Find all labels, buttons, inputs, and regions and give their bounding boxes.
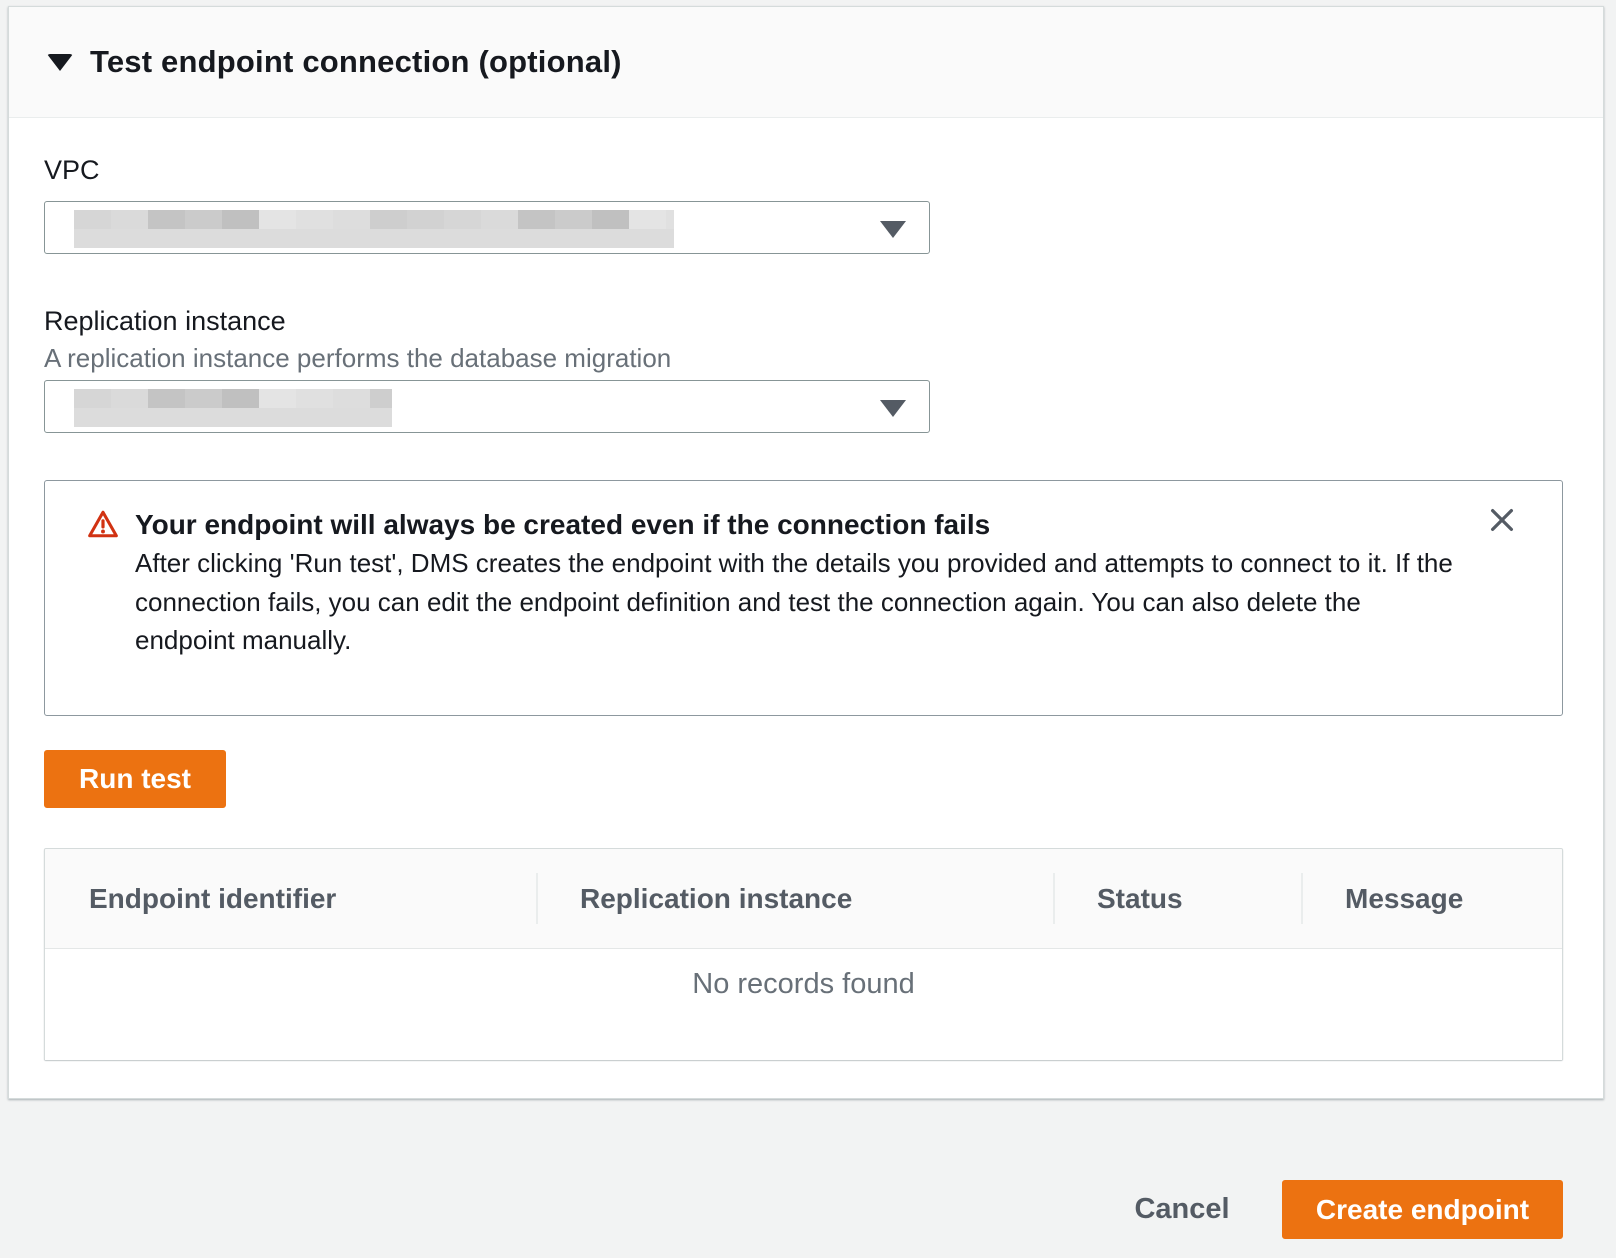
run-test-button[interactable]: Run test (44, 750, 226, 808)
empty-state-message: No records found (45, 949, 1562, 1060)
column-header-endpoint-identifier: Endpoint identifier (45, 849, 536, 948)
alert-title: Your endpoint will always be created eve… (135, 506, 1435, 544)
create-endpoint-button[interactable]: Create endpoint (1282, 1180, 1563, 1239)
column-header-message: Message (1301, 849, 1562, 948)
collapse-caret-icon (47, 54, 73, 71)
replication-instance-description: A replication instance performs the data… (44, 343, 671, 374)
dropdown-caret-icon (880, 221, 906, 238)
close-icon (1487, 505, 1517, 538)
replication-instance-select[interactable] (44, 380, 930, 433)
vpc-label: VPC (44, 155, 100, 186)
warning-alert: Your endpoint will always be created eve… (44, 480, 1563, 716)
warning-icon (87, 509, 119, 544)
cancel-button[interactable]: Cancel (1127, 1186, 1237, 1232)
test-endpoint-connection-panel: Test endpoint connection (optional) VPC … (8, 6, 1604, 1099)
replication-instance-label: Replication instance (44, 306, 286, 337)
vpc-redacted-value (74, 210, 674, 248)
alert-close-button[interactable] (1482, 501, 1522, 541)
section-header[interactable]: Test endpoint connection (optional) (9, 7, 1603, 118)
table-header-row: Endpoint identifier Replication instance… (45, 849, 1562, 949)
vpc-select[interactable] (44, 201, 930, 254)
column-header-replication-instance: Replication instance (536, 849, 1053, 948)
alert-body: After clicking 'Run test', DMS creates t… (135, 544, 1465, 660)
column-header-status: Status (1053, 849, 1301, 948)
results-table: Endpoint identifier Replication instance… (44, 848, 1563, 1060)
dropdown-caret-icon (880, 400, 906, 417)
replication-instance-redacted-value (74, 389, 392, 427)
section-title: Test endpoint connection (optional) (90, 44, 622, 80)
